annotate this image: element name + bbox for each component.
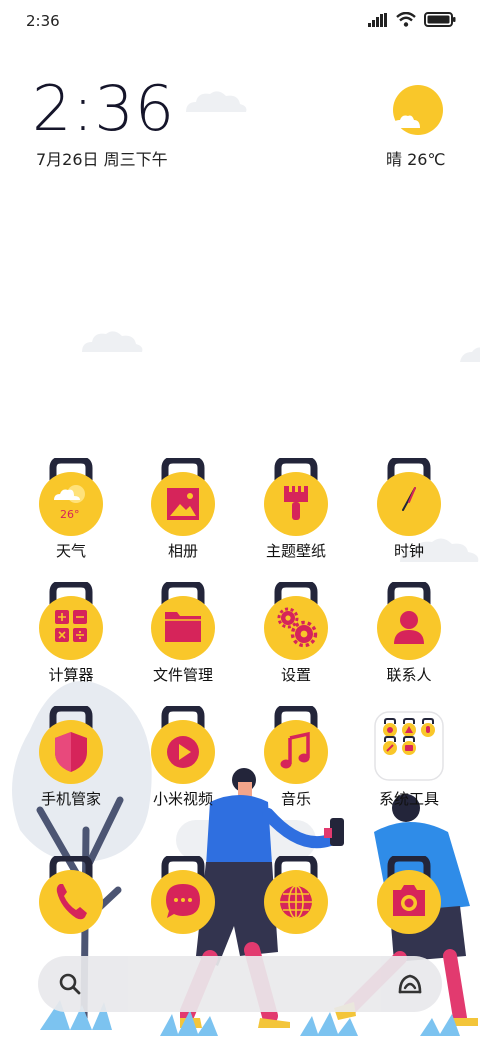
svg-text:26°: 26°: [60, 508, 80, 521]
cloud-decoration: [82, 331, 143, 352]
search-icon: [59, 973, 81, 995]
folder-icon: [151, 580, 215, 660]
cloud-decoration: [186, 91, 247, 112]
app-weather[interactable]: 26° 天气: [16, 456, 126, 561]
wifi-icon: [396, 12, 416, 27]
messages-icon: [151, 854, 215, 934]
app-calculator[interactable]: 计算器: [16, 580, 126, 685]
xiaoai-icon[interactable]: [396, 970, 424, 998]
clock-widget-date: 7月26日 周三下午: [36, 150, 168, 169]
video-play-icon: [151, 704, 215, 784]
music-note-icon: [264, 704, 328, 784]
dock-phone[interactable]: [16, 854, 126, 936]
cloud-decoration: [460, 347, 480, 362]
weather-icon: 26°: [39, 456, 103, 536]
sunny-cloud-icon[interactable]: [388, 84, 444, 140]
app-file-manager[interactable]: 文件管理: [128, 580, 238, 685]
settings-gear-icon: [264, 580, 328, 660]
dock-camera[interactable]: [354, 854, 464, 936]
app-label: 联系人: [386, 666, 432, 684]
app-themes[interactable]: 主题壁纸: [241, 456, 351, 561]
app-mi-video[interactable]: 小米视频: [128, 704, 238, 809]
dock-browser[interactable]: [241, 854, 351, 936]
app-label: 相册: [167, 542, 198, 560]
clock-widget-time[interactable]: 2:36: [32, 78, 175, 140]
app-security[interactable]: 手机管家: [16, 704, 126, 809]
app-gallery[interactable]: 相册: [128, 456, 238, 561]
security-shield-icon: [39, 704, 103, 784]
folder-system-tools-icon: [374, 711, 444, 781]
app-label: 天气: [55, 542, 86, 560]
calculator-icon: [39, 580, 103, 660]
folder-system-tools[interactable]: 系统工具: [354, 706, 464, 809]
app-label: 主题壁纸: [265, 542, 326, 560]
weather-condition: 晴 26℃: [386, 150, 446, 169]
app-label: 系统工具: [378, 790, 439, 808]
browser-globe-icon: [264, 854, 328, 934]
contacts-icon: [377, 580, 441, 660]
status-bar: 2:36: [0, 0, 480, 44]
gallery-icon: [151, 456, 215, 536]
signal-icon: [368, 12, 387, 27]
theme-brush-icon: [264, 456, 328, 536]
app-label: 小米视频: [152, 790, 213, 808]
app-label: 音乐: [280, 790, 311, 808]
app-settings[interactable]: 设置: [241, 580, 351, 685]
app-music[interactable]: 音乐: [241, 704, 351, 809]
app-label: 计算器: [48, 666, 94, 684]
app-contacts[interactable]: 联系人: [354, 580, 464, 685]
app-label: 文件管理: [152, 666, 213, 684]
app-clock[interactable]: 时钟: [354, 456, 464, 561]
app-label: 手机管家: [40, 790, 101, 808]
battery-icon: [424, 12, 456, 27]
app-label: 时钟: [393, 542, 424, 560]
phone-icon: [39, 854, 103, 934]
app-label: 设置: [280, 666, 311, 684]
camera-icon: [377, 854, 441, 934]
dock-messages[interactable]: [128, 854, 238, 936]
search-bar[interactable]: [38, 956, 442, 1012]
clock-icon: [377, 456, 441, 536]
status-time: 2:36: [26, 12, 60, 30]
